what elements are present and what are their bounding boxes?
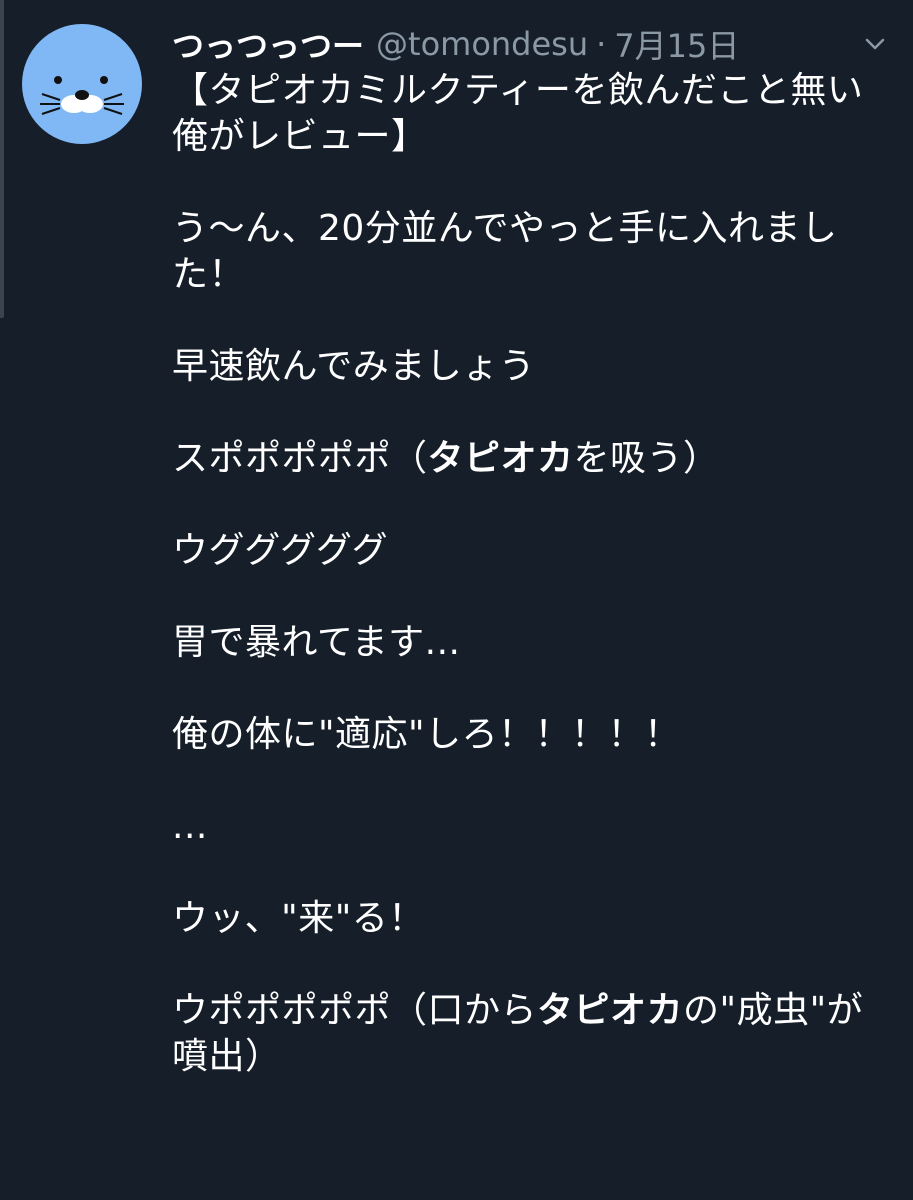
scroll-indicator bbox=[0, 0, 4, 318]
text-line: ウグググググ bbox=[172, 530, 389, 571]
text-line: 早速飲んでみましょう bbox=[172, 346, 536, 387]
tweet-paragraph: ウグググググ bbox=[172, 528, 882, 574]
avatar[interactable] bbox=[22, 24, 142, 144]
tweet-paragraph: 胃で暴れてます... bbox=[172, 620, 882, 666]
text-line: 【タピオカミルクティーを飲んだこと無い bbox=[172, 70, 864, 111]
text-line: 噴出） bbox=[172, 1036, 282, 1077]
text-segment: の"成虫"が bbox=[683, 990, 864, 1031]
bold-text: タピオカ bbox=[427, 438, 574, 479]
text-line: 胃で暴れてます... bbox=[172, 622, 461, 663]
text-segment: ウポポポポポ（口から bbox=[172, 990, 538, 1031]
user-handle[interactable]: @tomondesu bbox=[376, 25, 588, 63]
tweet-paragraph: ... bbox=[172, 804, 882, 850]
tweet-paragraph: 早速飲んでみましょう bbox=[172, 344, 882, 390]
tweet-date[interactable]: 7月15日 bbox=[614, 21, 739, 67]
text-segment: スポポポポポ（ bbox=[172, 438, 428, 479]
tweet-paragraph: 俺の体に"適応"しろ！！！！！ bbox=[172, 712, 882, 758]
text-segment: を吸う） bbox=[573, 438, 720, 479]
tweet-paragraph: ウポポポポポ（口からタピオカの"成虫"が 噴出） bbox=[172, 988, 882, 1080]
tweet-paragraph: ウッ、"来"る！ bbox=[172, 896, 882, 942]
tweet-paragraph: う〜ん、20分並んでやっと手に入れまし た！ bbox=[172, 206, 882, 298]
tweet-text: 【タピオカミルクティーを飲んだこと無い 俺がレビュー】 う〜ん、20分並んでやっ… bbox=[172, 68, 882, 1126]
text-line: 俺がレビュー】 bbox=[172, 116, 428, 157]
tweet-paragraph: 【タピオカミルクティーを飲んだこと無い 俺がレビュー】 bbox=[172, 68, 882, 160]
text-line: う〜ん、20分並んでやっと手に入れまし bbox=[172, 208, 838, 249]
chevron-down-icon[interactable] bbox=[859, 28, 891, 60]
tweet-header: つっつっつー @tomondesu · 7月15日 bbox=[172, 20, 872, 68]
display-name[interactable]: つっつっつー bbox=[172, 21, 364, 67]
text-line: 俺の体に"適応"しろ！！！！！ bbox=[172, 714, 681, 755]
text-line: た！ bbox=[172, 254, 246, 295]
separator-dot: · bbox=[596, 25, 607, 63]
text-line: ... bbox=[172, 806, 208, 847]
tweet-paragraph: スポポポポポ（タピオカを吸う） bbox=[172, 436, 882, 482]
bold-text: タピオカ bbox=[537, 990, 684, 1031]
text-line: ウッ、"来"る！ bbox=[172, 898, 425, 939]
